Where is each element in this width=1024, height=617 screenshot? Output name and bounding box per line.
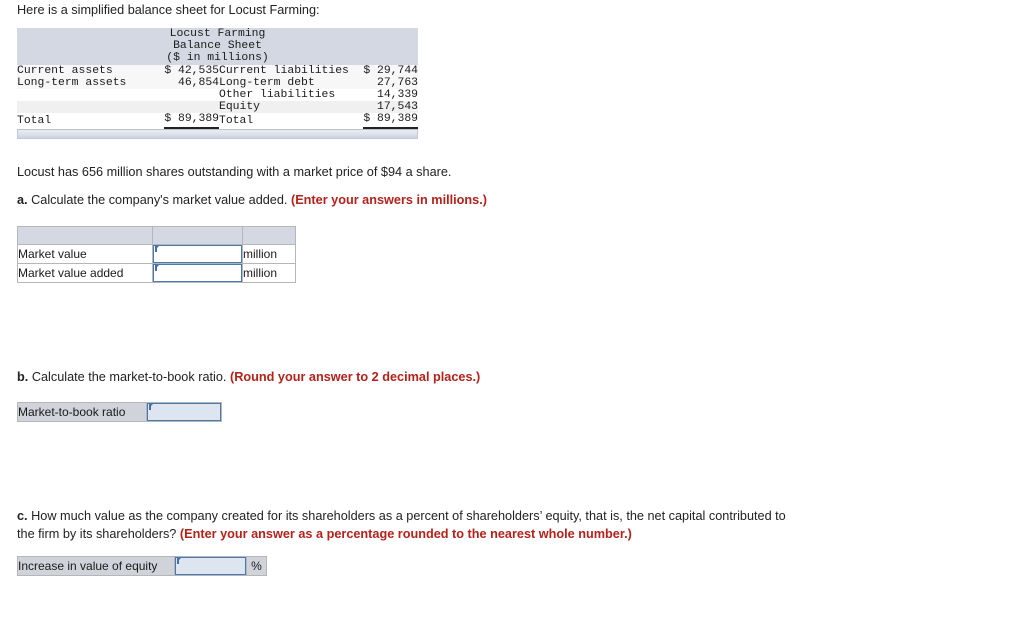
table-row: Increase in value of equity % xyxy=(17,556,267,576)
scrollbar-thumb[interactable] xyxy=(18,130,417,138)
bs-total-liability-value-cell: $ 89,389 xyxy=(351,113,419,129)
market-value-input-cell[interactable] xyxy=(152,244,243,264)
answer-table-b: Market-to-book ratio xyxy=(17,402,222,422)
bs-liability-value: $ 29,744 xyxy=(351,64,419,77)
bs-liability-label: Current liabilities xyxy=(219,64,351,77)
row-unit-percent: % xyxy=(246,556,267,576)
question-b-text: Calculate the market-to-book ratio. xyxy=(31,370,227,384)
table-row: Long-term assets 46,854 Long-term debt 2… xyxy=(17,76,419,90)
text-caret-icon xyxy=(155,265,159,271)
header-cell-blank-2 xyxy=(152,226,243,245)
bs-title-line2: Balance Sheet xyxy=(17,40,419,53)
answer-table-a-wrap: Market value million Market value added xyxy=(17,226,296,283)
bs-total-liability-label: Total xyxy=(219,113,351,129)
bs-total-asset-label: Total xyxy=(17,113,157,129)
answer-table-c: Increase in value of equity % xyxy=(17,556,267,576)
text-caret-icon xyxy=(149,404,153,410)
shares-note: Locust has 656 million shares outstandin… xyxy=(17,165,452,179)
horizontal-scrollbar[interactable] xyxy=(17,128,418,139)
question-a: a. Calculate the company's market value … xyxy=(17,192,487,209)
market-value-added-input-cell[interactable] xyxy=(152,263,243,283)
balance-sheet-title-row-1: Locust Farming xyxy=(17,28,419,41)
row-unit-market-value-added: million xyxy=(242,263,296,283)
row-label-market-to-book-ratio: Market-to-book ratio xyxy=(17,402,147,422)
bs-total-asset-value-cell: $ 89,389 xyxy=(157,113,219,129)
increase-in-value-of-equity-input[interactable] xyxy=(175,557,246,575)
question-b: b. Calculate the market-to-book ratio. (… xyxy=(17,369,480,386)
question-b-label: b. xyxy=(17,370,29,384)
bs-liability-label: Equity xyxy=(219,101,351,114)
text-caret-icon xyxy=(155,246,159,252)
row-label-increase-in-value-of-equity: Increase in value of equity xyxy=(17,556,175,576)
header-cell-blank-1 xyxy=(17,226,153,245)
bs-liability-value: 27,763 xyxy=(351,76,419,90)
market-value-input[interactable] xyxy=(153,245,242,263)
balance-sheet-title-row-3: ($ in millions) xyxy=(17,52,419,65)
bs-asset-label: Current assets xyxy=(17,64,157,77)
table-row: Equity 17,543 xyxy=(17,101,419,114)
bs-liability-value: 17,543 xyxy=(351,101,419,114)
question-a-text: Calculate the company's market value add… xyxy=(31,193,288,207)
answer-table-c-wrap: Increase in value of equity % xyxy=(17,556,267,576)
table-row: Current assets $ 42,535 Current liabilit… xyxy=(17,64,419,77)
answer-table-a: Market value million Market value added xyxy=(17,226,296,283)
row-unit-market-value: million xyxy=(242,244,296,264)
question-c: c. How much value as the company created… xyxy=(17,507,797,543)
table-row: Market value million xyxy=(17,244,296,264)
bs-asset-value: 46,854 xyxy=(157,76,219,90)
bs-asset-label xyxy=(17,89,157,102)
bs-asset-value xyxy=(157,89,219,102)
question-a-label: a. xyxy=(17,193,28,207)
bs-asset-label xyxy=(17,101,157,114)
bs-asset-value xyxy=(157,101,219,114)
bs-total-asset-value: $ 89,389 xyxy=(164,113,219,129)
question-c-instruction: (Enter your answer as a percentage round… xyxy=(179,527,632,542)
row-label-market-value: Market value xyxy=(17,244,153,264)
bs-liability-label: Long-term debt xyxy=(219,76,351,90)
header-cell-blank-3 xyxy=(242,226,296,245)
answer-table-b-wrap: Market-to-book ratio xyxy=(17,402,222,422)
table-row: Market value added million xyxy=(17,263,296,283)
text-caret-icon xyxy=(177,558,181,564)
table-row: Other liabilities 14,339 xyxy=(17,89,419,102)
bs-total-liability-value: $ 89,389 xyxy=(363,113,419,129)
market-value-added-input[interactable] xyxy=(153,264,242,282)
row-label-market-value-added: Market value added xyxy=(17,263,153,283)
bs-title-line3: ($ in millions) xyxy=(17,52,419,65)
bs-liability-value: 14,339 xyxy=(351,89,419,102)
question-c-label: c. xyxy=(17,509,28,523)
balance-sheet-table: Locust Farming Balance Sheet ($ in milli… xyxy=(17,28,419,129)
answer-table-a-header-row xyxy=(17,226,296,245)
bs-liability-label: Other liabilities xyxy=(219,89,351,102)
balance-sheet-total-row: Total $ 89,389 Total $ 89,389 xyxy=(17,113,419,129)
balance-sheet-title-row-2: Balance Sheet xyxy=(17,40,419,53)
increase-in-value-of-equity-input-cell[interactable] xyxy=(174,556,247,576)
bs-title-line1: Locust Farming xyxy=(17,28,419,41)
bs-asset-value: $ 42,535 xyxy=(157,64,219,77)
balance-sheet-panel: Locust Farming Balance Sheet ($ in milli… xyxy=(17,28,419,139)
intro-text: Here is a simplified balance sheet for L… xyxy=(17,3,320,17)
bs-asset-label: Long-term assets xyxy=(17,76,157,90)
question-b-instruction: (Round your answer to 2 decimal places.) xyxy=(229,370,481,384)
question-a-instruction: (Enter your answers in millions.) xyxy=(290,193,487,207)
market-to-book-ratio-input-cell[interactable] xyxy=(146,402,222,422)
table-row: Market-to-book ratio xyxy=(17,402,222,422)
market-to-book-ratio-input[interactable] xyxy=(147,403,221,421)
